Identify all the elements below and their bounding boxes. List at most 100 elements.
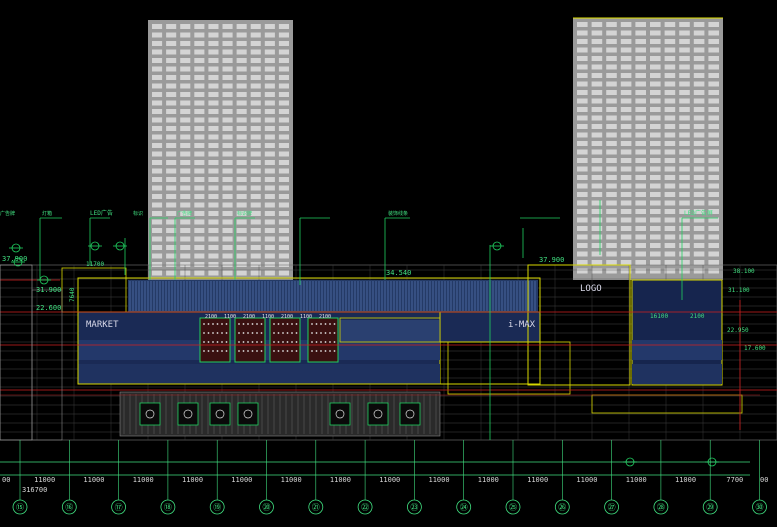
tower-window — [152, 185, 163, 191]
tower-window — [650, 175, 661, 180]
tower-window — [679, 124, 690, 129]
tower-window — [693, 200, 705, 206]
tower-window — [591, 81, 603, 87]
tower-window — [577, 115, 588, 121]
tower-window — [591, 47, 603, 53]
tower-window — [166, 92, 177, 97]
tower-window — [166, 143, 177, 148]
tower-window — [577, 226, 588, 231]
tower-window — [606, 56, 617, 61]
tower-window — [664, 243, 676, 248]
tower-window — [194, 126, 205, 131]
tower-window — [264, 168, 275, 174]
tower-window — [166, 185, 177, 191]
tower-window — [250, 143, 261, 148]
tower-window — [708, 141, 719, 146]
tower-window — [152, 219, 163, 225]
axis-spacing-label: 11000 — [231, 476, 252, 484]
axis-bubble-label: ㉙ — [706, 503, 714, 512]
tower-window — [264, 177, 275, 182]
tower-window — [208, 83, 219, 89]
tower-window — [222, 177, 233, 182]
axis-bubble-label: ㉘ — [657, 503, 665, 512]
tower-window — [664, 73, 676, 78]
tower-window — [236, 100, 247, 106]
shop-panel-dot — [273, 341, 275, 343]
shop-panel-dot — [256, 323, 258, 325]
tower-window — [278, 92, 289, 97]
shop-panel-dot — [221, 323, 223, 325]
tower-window — [236, 236, 247, 242]
tower-window — [250, 245, 261, 250]
axis-ticks: ⑮ 11000 ⑯ 11000 ⑰ 11000 ⑱ 11000 ⑲ 11000 ⑳ 11000 ㉑ 110… — [12, 440, 767, 515]
tower-window — [693, 124, 705, 129]
axis-section: ⑮ 11000 ⑯ 11000 ⑰ 11000 ⑱ 11000 ⑲ 11000 ⑳ 11000 ㉑ 110… — [0, 440, 768, 515]
tower-window — [208, 49, 219, 55]
shop-panel-dot — [329, 323, 331, 325]
tower-window — [591, 175, 603, 180]
tower-window — [222, 32, 233, 38]
tower-window — [693, 243, 705, 248]
shop-panel-dot — [273, 323, 275, 325]
tower-window — [208, 245, 219, 250]
panel-dim-label: 2100 — [205, 314, 217, 320]
tower-window — [650, 260, 661, 265]
tower-window — [236, 219, 247, 225]
tower-window — [620, 226, 632, 231]
tower-window — [264, 83, 275, 89]
tower-window — [606, 124, 617, 129]
tower-window — [250, 134, 261, 140]
tower-window — [679, 107, 690, 112]
tower-window — [194, 151, 205, 157]
tower-window — [264, 32, 275, 38]
tower-window — [152, 228, 163, 233]
tower-window — [635, 47, 646, 53]
tower-window — [591, 39, 603, 44]
tower-window — [635, 149, 646, 155]
tower-window — [166, 168, 177, 174]
tower-window — [194, 270, 205, 276]
tower-window — [577, 107, 588, 112]
tower-window — [208, 151, 219, 157]
tower-window — [591, 268, 603, 274]
panel-dim-label: 1100 — [224, 314, 236, 320]
shop-panel-dot — [256, 332, 258, 334]
tower-window — [208, 66, 219, 72]
tower-window — [679, 81, 690, 87]
shop-panel-dot — [324, 341, 327, 343]
shop-panel-dot — [315, 350, 318, 352]
tower-window — [591, 107, 603, 112]
shop-panel-dot — [291, 323, 293, 325]
tower-window — [208, 177, 219, 182]
tower-window — [236, 109, 247, 114]
tower-window — [152, 151, 163, 157]
tower-window — [693, 175, 705, 180]
tower-window — [650, 251, 661, 257]
tower-window — [236, 24, 247, 29]
axis-bubble-label: ⑯ — [65, 503, 73, 512]
tower-window — [222, 219, 233, 225]
tower-window — [606, 260, 617, 265]
tower-window — [664, 209, 676, 214]
tower-window — [278, 109, 289, 114]
tower-window — [577, 183, 588, 189]
shop-panel-dot — [256, 341, 258, 343]
tower-window — [591, 183, 603, 189]
tower-window — [208, 75, 219, 80]
axis-bubble-label: ⑮ — [16, 503, 24, 512]
tower-window — [208, 228, 219, 233]
tower-window — [180, 168, 191, 174]
tower-window — [708, 47, 719, 53]
market-sign: MARKET — [86, 320, 119, 330]
tower-window — [693, 149, 705, 155]
tower-window — [166, 160, 177, 165]
shop-panel-dot — [251, 341, 254, 343]
tower-window — [708, 183, 719, 189]
tower-window — [180, 24, 191, 29]
tower-window — [264, 211, 275, 216]
tower-window — [577, 39, 588, 44]
tower-window — [708, 132, 719, 138]
tower-window — [591, 73, 603, 78]
shop-panel-dot — [260, 332, 263, 334]
tower-window — [222, 194, 233, 199]
